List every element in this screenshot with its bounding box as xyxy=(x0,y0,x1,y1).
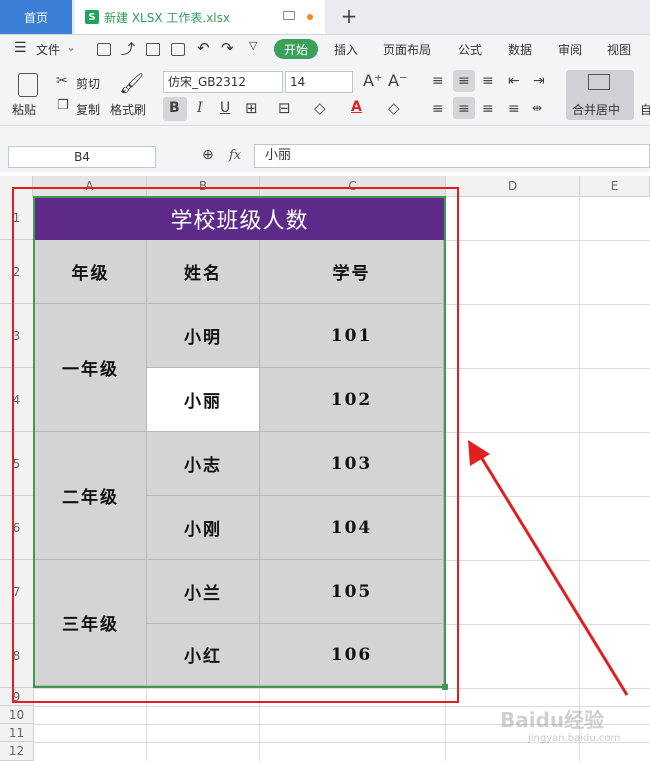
watermark-main: Baidu经验 xyxy=(500,708,605,732)
annotation-arrow xyxy=(468,440,629,696)
watermark-sub: jingyan.baidu.com xyxy=(528,733,621,744)
